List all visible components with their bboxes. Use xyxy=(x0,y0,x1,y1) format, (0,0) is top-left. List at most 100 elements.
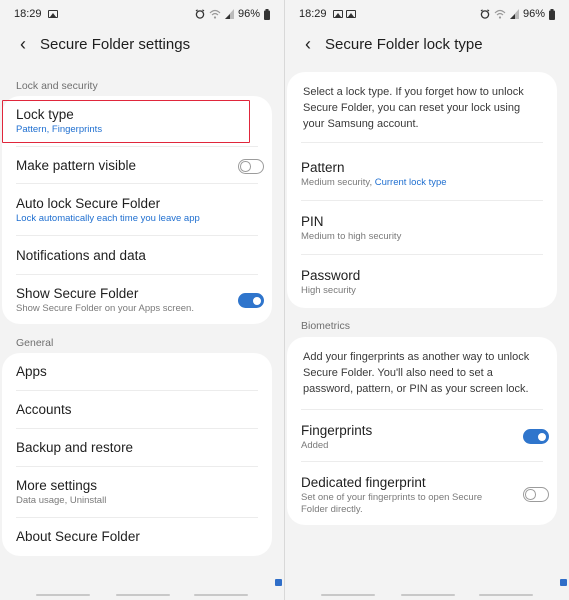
battery-percent: 96% xyxy=(237,8,260,20)
toggle-knob xyxy=(250,294,263,307)
divider xyxy=(16,146,258,147)
pin-option[interactable]: PIN Medium to high security xyxy=(301,214,543,243)
battery-icon xyxy=(264,8,270,20)
divider xyxy=(301,461,543,462)
accounts-label: Accounts xyxy=(16,402,72,417)
biometrics-intro: Add your fingerprints as another way to … xyxy=(303,351,530,395)
signal-icon xyxy=(509,9,519,19)
system-icons: 96% xyxy=(195,8,270,20)
show-secure-folder-item[interactable]: Show Secure Folder Show Secure Folder on… xyxy=(16,286,258,315)
auto-lock-label: Auto lock Secure Folder xyxy=(16,196,161,211)
divider xyxy=(16,274,258,275)
nav-back[interactable] xyxy=(479,594,533,596)
about-item[interactable]: About Secure Folder xyxy=(16,529,258,545)
dedicated-fingerprint-label: Dedicated fingerprint xyxy=(301,475,426,490)
divider xyxy=(301,409,543,410)
pattern-label: Pattern xyxy=(301,160,345,175)
auto-lock-item[interactable]: Auto lock Secure Folder Lock automatical… xyxy=(16,196,258,225)
make-pattern-visible-toggle[interactable] xyxy=(238,159,264,174)
secure-folder-lock-type-screen: 18:29 96% ‹ Secure Folder lock type Sele… xyxy=(285,0,569,600)
system-icons: 96% xyxy=(480,8,555,20)
more-settings-label: More settings xyxy=(16,478,98,493)
navigation-bar xyxy=(0,590,284,596)
status-bar: 18:29 96% xyxy=(285,0,569,28)
pattern-option[interactable]: Pattern Medium security, Current lock ty… xyxy=(301,160,543,189)
battery-icon xyxy=(549,8,555,20)
pattern-desc: Medium security, Current lock type xyxy=(301,177,543,189)
divider xyxy=(301,142,543,143)
notifications-data-label: Notifications and data xyxy=(16,248,146,263)
image-icon xyxy=(345,10,356,18)
nav-recents[interactable] xyxy=(36,594,90,596)
show-secure-folder-label: Show Secure Folder xyxy=(16,286,139,301)
biometrics-card: Add your fingerprints as another way to … xyxy=(287,337,557,525)
dedicated-fingerprint-desc: Set one of your fingerprints to open Sec… xyxy=(301,492,483,515)
section-header-biometrics: Biometrics xyxy=(301,320,351,332)
back-button[interactable]: ‹ xyxy=(12,33,34,55)
apps-label: Apps xyxy=(16,364,47,379)
password-option[interactable]: Password High security xyxy=(301,268,543,297)
show-secure-folder-toggle[interactable] xyxy=(238,293,264,308)
toggle-knob xyxy=(525,489,536,500)
secure-folder-settings-screen: 18:29 96% ‹ Secure Folder settings Lock … xyxy=(0,0,284,600)
chevron-left-icon: ‹ xyxy=(20,33,26,54)
auto-lock-value: Lock automatically each time you leave a… xyxy=(16,213,200,224)
toggle-knob xyxy=(240,161,251,172)
status-time: 18:29 xyxy=(14,8,42,20)
page-title: Secure Folder lock type xyxy=(325,35,483,53)
divider xyxy=(16,235,258,236)
page-title: Secure Folder settings xyxy=(40,35,191,53)
current-lock-type-badge: Current lock type xyxy=(374,177,447,188)
backup-restore-label: Backup and restore xyxy=(16,440,134,455)
image-icon xyxy=(332,10,343,18)
divider xyxy=(16,183,258,184)
accounts-item[interactable]: Accounts xyxy=(16,402,258,418)
navigation-bar xyxy=(285,590,569,596)
lock-type-intro: Select a lock type. If you forget how to… xyxy=(303,86,524,130)
fingerprints-item[interactable]: Fingerprints Added xyxy=(301,423,543,452)
chevron-left-icon: ‹ xyxy=(305,33,311,54)
pattern-security-level: Medium security, xyxy=(301,177,375,188)
fingerprints-status: Added xyxy=(301,440,329,451)
make-pattern-visible-label: Make pattern visible xyxy=(16,158,137,173)
app-bar: ‹ Secure Folder settings xyxy=(0,28,284,60)
dedicated-fingerprint-toggle[interactable] xyxy=(523,487,549,502)
nav-back[interactable] xyxy=(194,594,248,596)
corner-badge-icon xyxy=(560,579,567,586)
divider xyxy=(16,517,258,518)
pin-desc: Medium to high security xyxy=(301,231,402,242)
fingerprints-toggle[interactable] xyxy=(523,429,549,444)
app-bar: ‹ Secure Folder lock type xyxy=(285,28,569,60)
back-button[interactable]: ‹ xyxy=(297,33,319,55)
pin-label: PIN xyxy=(301,214,324,229)
status-bar: 18:29 96% xyxy=(0,0,284,28)
notifications-data-item[interactable]: Notifications and data xyxy=(16,248,258,264)
about-label: About Secure Folder xyxy=(16,529,140,544)
nav-home[interactable] xyxy=(116,594,170,596)
password-desc: High security xyxy=(301,285,356,296)
section-header-lock-security: Lock and security xyxy=(16,80,98,92)
toggle-knob xyxy=(535,430,548,443)
divider xyxy=(301,254,543,255)
alarm-icon xyxy=(480,9,490,19)
wifi-icon xyxy=(209,9,221,19)
status-time: 18:29 xyxy=(299,8,327,20)
fingerprints-label: Fingerprints xyxy=(301,423,373,438)
divider xyxy=(16,466,258,467)
more-settings-desc: Data usage, Uninstall xyxy=(16,495,107,506)
apps-item[interactable]: Apps xyxy=(16,364,258,380)
corner-badge-icon xyxy=(275,579,282,586)
divider xyxy=(301,200,543,201)
more-settings-item[interactable]: More settings Data usage, Uninstall xyxy=(16,478,258,507)
show-secure-folder-desc: Show Secure Folder on your Apps screen. xyxy=(16,303,194,314)
signal-icon xyxy=(224,9,234,19)
nav-home[interactable] xyxy=(401,594,455,596)
password-label: Password xyxy=(301,268,361,283)
dedicated-fingerprint-item[interactable]: Dedicated fingerprint Set one of your fi… xyxy=(301,475,507,516)
make-pattern-visible-item[interactable]: Make pattern visible xyxy=(16,158,258,174)
lock-type-options-card: Select a lock type. If you forget how to… xyxy=(287,72,557,308)
nav-recents[interactable] xyxy=(321,594,375,596)
divider xyxy=(16,428,258,429)
lock-type-highlight xyxy=(2,100,250,143)
backup-restore-item[interactable]: Backup and restore xyxy=(16,440,258,456)
